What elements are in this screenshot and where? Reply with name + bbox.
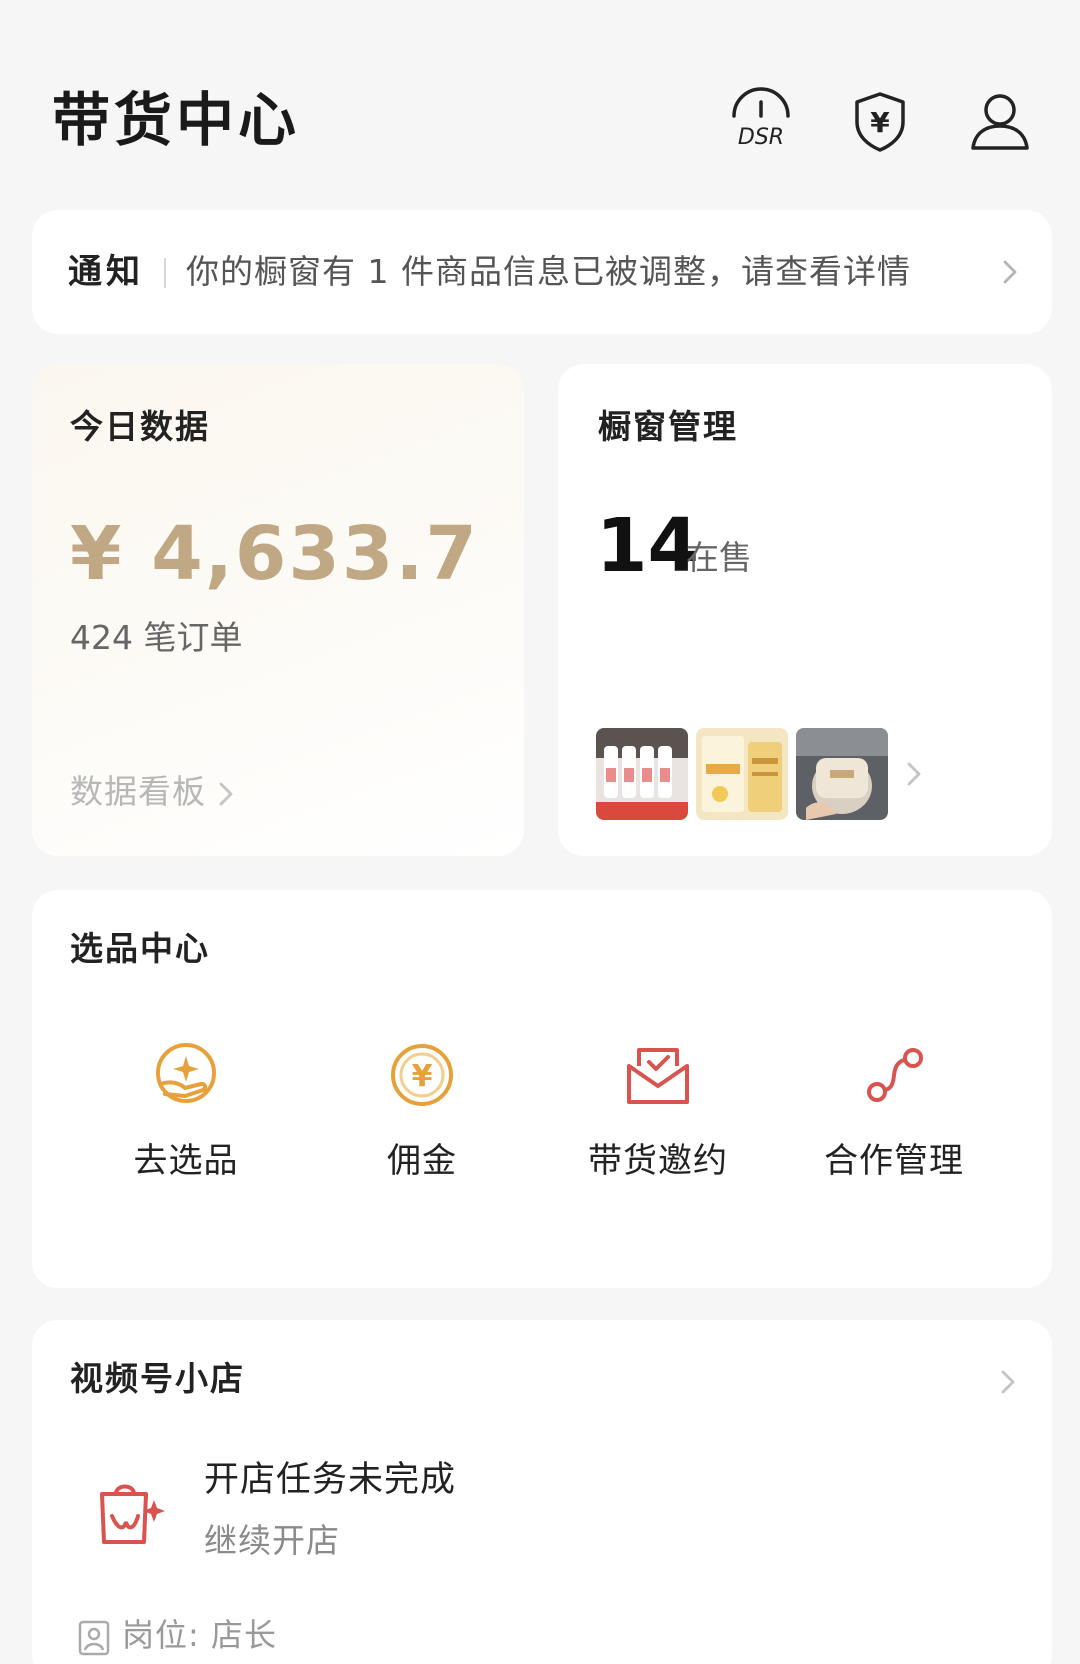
chevron-right-icon (996, 258, 1024, 286)
notice-divider (164, 258, 166, 288)
yuan-coin-icon: ¥ (387, 1040, 457, 1110)
window-management-card[interactable]: 橱窗管理 14 在售 (558, 364, 1052, 856)
commission-label: 佣金 (387, 1141, 457, 1181)
chevron-right-icon[interactable] (994, 1368, 1022, 1396)
chevron-right-icon (212, 780, 240, 808)
cooperation-nodes-icon (859, 1040, 929, 1110)
today-data-card[interactable]: 今日数据 ¥ 4,633.7 424 笔订单 数据看板 (32, 364, 524, 856)
today-data-title: 今日数据 (70, 407, 210, 446)
svg-text:¥: ¥ (870, 106, 890, 139)
sales-invitation-label: 带货邀约 (588, 1141, 728, 1181)
notice-bar[interactable]: 通知 你的橱窗有 1 件商品信息已被调整，请查看详情 (32, 210, 1052, 334)
product-thumbnail[interactable] (596, 728, 688, 820)
notice-label: 通知 (68, 252, 144, 292)
svg-text:¥: ¥ (412, 1059, 433, 1094)
on-sale-label: 在售 (686, 538, 752, 577)
data-dashboard-link[interactable]: 数据看板 (70, 768, 206, 816)
dsr-gauge-icon[interactable]: DSR (726, 86, 796, 156)
header: 带货中心 DSR ¥ (0, 0, 1080, 200)
sales-invitation-button[interactable]: 带货邀约 (538, 1040, 778, 1210)
shopping-bag-icon (88, 1470, 168, 1550)
invite-envelope-icon (623, 1040, 693, 1110)
dsr-label: DSR (738, 125, 784, 150)
select-products-label: 去选品 (133, 1141, 239, 1181)
page: 带货中心 DSR ¥ 通知 你的橱窗有 1 件商品信息已被调整，请查看详情 今日… (0, 0, 1080, 1664)
video-shop-card[interactable]: 视频号小店 开店任务未完成 继续开店 岗位: 店长 (32, 1320, 1052, 1664)
continue-shop-link[interactable]: 继续开店 (204, 1516, 340, 1566)
video-shop-title: 视频号小店 (70, 1359, 245, 1398)
page-title: 带货中心 (52, 86, 301, 154)
on-sale-count: 14 (596, 503, 699, 589)
chevron-right-icon[interactable] (900, 760, 928, 788)
cooperation-management-label: 合作管理 (824, 1141, 964, 1181)
today-amount: ¥ 4,633.7 (70, 511, 479, 597)
selection-center-title: 选品中心 (70, 929, 210, 968)
product-thumbnail[interactable] (696, 728, 788, 820)
notice-text: 你的橱窗有 1 件商品信息已被调整，请查看详情 (186, 252, 911, 291)
position-label: 岗位: 店长 (122, 1616, 277, 1654)
shop-task-status: 开店任务未完成 (204, 1460, 457, 1500)
select-products-button[interactable]: 去选品 (66, 1040, 306, 1210)
user-icon[interactable] (965, 86, 1035, 156)
yuan-shield-icon[interactable]: ¥ (845, 86, 915, 156)
window-management-title: 橱窗管理 (598, 407, 738, 446)
today-orders: 424 笔订单 (70, 618, 243, 657)
sparkle-hand-icon (151, 1040, 221, 1110)
commission-button[interactable]: ¥ 佣金 (302, 1040, 542, 1210)
cooperation-management-button[interactable]: 合作管理 (774, 1040, 1014, 1210)
selection-center-card: 选品中心 去选品 ¥ 佣金 带货邀约 合作管理 (32, 890, 1052, 1288)
product-thumbnail[interactable] (796, 728, 888, 820)
id-badge-icon (78, 1620, 110, 1656)
